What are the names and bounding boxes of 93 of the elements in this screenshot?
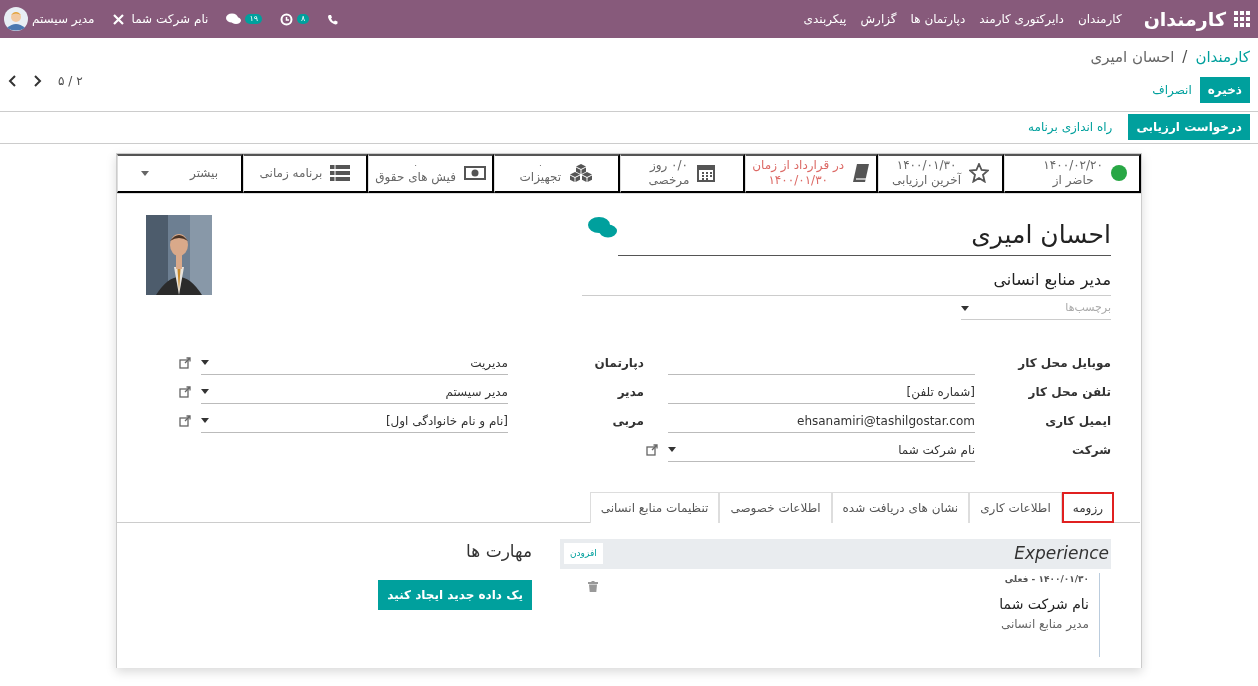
job-title-field[interactable]: مدیر منابع انسانی: [582, 264, 1111, 296]
request-button[interactable]: درخواست ارزیابی: [1128, 114, 1250, 140]
pager-next-icon[interactable]: [33, 75, 42, 87]
breadcrumb-current: احسان امیری: [1090, 47, 1175, 68]
caption-label: حاضر از: [1052, 173, 1094, 188]
caption-label: آخرین ارزیابی: [892, 173, 961, 188]
entry-description: مدیر منابع انسانی: [999, 616, 1089, 633]
app-title: کارمندان: [1143, 6, 1226, 33]
apps-menu-icon[interactable]: [1234, 11, 1250, 27]
banknote-icon[interactable]: [464, 166, 486, 180]
smart-button[interactable]: ۱۴۰۰/۰۱/۳۰ آخرین ارزیابی: [878, 153, 1004, 193]
field-label: دپارتمان: [593, 354, 644, 372]
caret-icon: [668, 447, 676, 452]
caret-icon: [140, 170, 149, 176]
book-icon[interactable]: [852, 163, 871, 183]
add-button[interactable]: افزودن: [564, 542, 603, 565]
select-field[interactable]: نام شرکت شما: [668, 438, 975, 462]
smart-button[interactable]: ۱۴۰۰/۰۲/۲۰ حاضر از: [1003, 153, 1141, 193]
smart-button[interactable]: در قرارداد از زمان ۱۴۰۰/۰۱/۳۰: [745, 153, 879, 193]
input-field[interactable]: [شماره تلفن]: [668, 380, 975, 404]
select-field[interactable]: مدیر سیستم: [201, 380, 508, 404]
tab[interactable]: اطلاعات خصوصی: [719, 491, 832, 523]
employee-name-field[interactable]: احسان امیری: [618, 215, 1111, 256]
phone-icon[interactable]: [327, 13, 339, 25]
input-field[interactable]: ehsanamiri@tashilgostar.com: [668, 409, 975, 433]
field-label: مربی: [611, 412, 644, 430]
caption-label: تجهیزات: [519, 169, 562, 185]
breadcrumb-separator: /: [1182, 47, 1188, 68]
select-field[interactable]: مدیریت: [201, 351, 508, 375]
chat-bubble-icon[interactable]: [588, 216, 618, 240]
status-dot: [1111, 165, 1127, 181]
trash-icon[interactable]: [588, 580, 598, 592]
menu-item[interactable]: کارمندان: [1077, 10, 1122, 28]
tab[interactable]: رزومه: [1061, 491, 1114, 523]
smart-button[interactable]: ۰ تجهیزات: [494, 153, 620, 193]
value-label: ۱۴۰۰/۰۲/۲۰: [1043, 158, 1103, 173]
message-count-badge: ۱۹: [245, 14, 262, 24]
field-label: تلفن محل کار: [1027, 383, 1111, 401]
field-label: ایمیل کاری: [1044, 412, 1111, 430]
caret-icon: [201, 389, 209, 394]
star-icon[interactable]: [969, 163, 989, 183]
value-label: ۱۴۰۰/۰۱/۳۰: [896, 158, 957, 172]
calendar-icon[interactable]: [697, 164, 716, 182]
activity-count-badge: ۸: [296, 14, 310, 24]
external-link-icon[interactable]: [179, 414, 191, 427]
field-label: موبایل محل کار: [1016, 354, 1111, 373]
caption-label: فیش های حقوق: [375, 169, 456, 185]
caption-label: ۱۴۰۰/۰۱/۳۰: [768, 173, 829, 188]
clock-icon[interactable]: [279, 12, 293, 26]
count-label: ۰: [413, 161, 418, 170]
breadcrumb-link[interactable]: کارمندان: [1195, 46, 1250, 69]
section-title: Experience: [1014, 541, 1109, 565]
caret-icon: [201, 418, 209, 423]
value-label: ۰/۰ روز: [649, 158, 689, 173]
menu-item[interactable]: دایرکتوری کارمند: [979, 10, 1064, 28]
save-button[interactable]: ذخیره: [1199, 76, 1250, 103]
caption-label: برنامه زمانی: [259, 165, 323, 181]
tab[interactable]: اطلاعات کاری: [969, 491, 1062, 523]
pager-previous-icon[interactable]: [8, 75, 17, 87]
cubes-icon[interactable]: [569, 163, 594, 183]
menu-item[interactable]: پیکربندی: [803, 10, 847, 28]
menu-item[interactable]: گزارش: [860, 10, 897, 28]
pager-counter: ۲ / ۵: [58, 72, 83, 90]
caret-icon: [961, 305, 969, 311]
smart-button[interactable]: ۰ فیش های حقوق: [368, 153, 494, 193]
field-label: شرکت: [1071, 441, 1111, 459]
tools-icon[interactable]: [112, 13, 124, 25]
more-dropdown[interactable]: بیشتر: [117, 153, 243, 193]
discard-button[interactable]: انصراف: [1144, 76, 1200, 103]
entry-date: ۱۴۰۰/۰۱/۳۰ - فعلی: [1003, 572, 1089, 586]
tab[interactable]: نشان های دریافت شده: [831, 491, 970, 523]
caption-label: مرخصی: [648, 173, 690, 188]
external-link-icon[interactable]: [179, 356, 191, 369]
select-field[interactable]: [نام و نام خانوادگی اول]: [201, 409, 508, 433]
action-link[interactable]: راه اندازی برنامه: [1020, 114, 1121, 140]
list-icon[interactable]: [330, 165, 351, 181]
menu-item[interactable]: دپارتمان ها: [910, 10, 966, 28]
smart-button[interactable]: برنامه زمانی: [242, 153, 369, 193]
caret-icon: [201, 360, 209, 365]
create-button[interactable]: یک داده جدید ایجاد کنید: [378, 580, 532, 610]
field-label: مدیر: [616, 383, 644, 401]
entry-title: نام شرکت شما: [999, 595, 1089, 615]
company-name[interactable]: نام شرکت شما: [131, 10, 209, 28]
avatar[interactable]: [4, 7, 28, 31]
external-link-icon[interactable]: [646, 443, 658, 456]
value-label: در قرارداد از زمان: [752, 158, 845, 173]
tab[interactable]: تنظیمات منابع انسانی: [589, 491, 720, 523]
skills-title: مهارت ها: [466, 539, 532, 564]
count-label: ۰: [538, 161, 543, 170]
external-link-icon[interactable]: [179, 385, 191, 398]
smart-button[interactable]: ۰/۰ روز مرخصی: [619, 153, 746, 193]
chat-icon[interactable]: [226, 13, 242, 25]
user-name[interactable]: مدیر سیستم: [32, 10, 95, 28]
